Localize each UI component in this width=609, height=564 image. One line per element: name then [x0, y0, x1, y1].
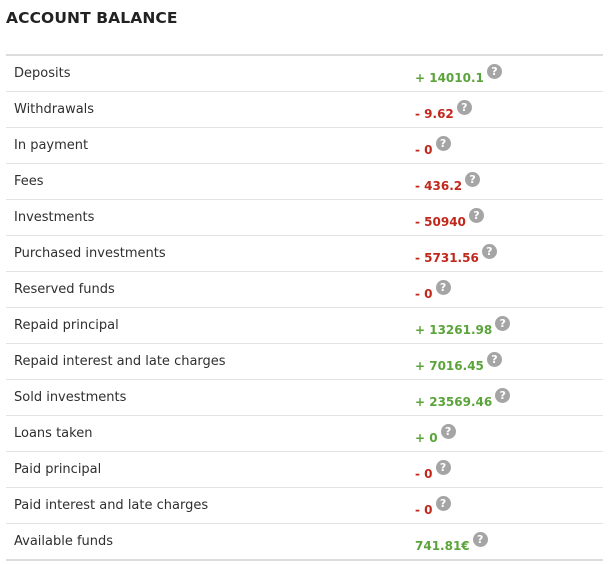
help-icon[interactable]: ? — [435, 496, 451, 511]
help-icon[interactable]: ? — [495, 316, 511, 331]
help-icon[interactable]: ? — [435, 136, 451, 151]
balance-row-withdrawals: Withdrawals - 9.62 ? — [6, 92, 603, 128]
amount-value: - 436.2 — [415, 179, 463, 193]
balance-row-sold-investments: Sold investments + 23569.46 ? — [6, 380, 603, 416]
row-label: Paid interest and late charges — [14, 498, 209, 513]
row-label: Repaid principal — [14, 318, 119, 333]
row-value: + 23569.46 ? — [415, 388, 511, 410]
row-value: - 436.2 ? — [415, 172, 481, 194]
row-label: Paid principal — [14, 462, 102, 477]
row-value: - 5731.56 ? — [415, 244, 497, 266]
row-value: + 0 ? — [415, 424, 456, 446]
help-icon[interactable]: ? — [456, 100, 472, 115]
help-icon[interactable]: ? — [472, 532, 488, 547]
row-label: In payment — [14, 138, 89, 153]
row-label: Purchased investments — [14, 246, 166, 261]
balance-row-repaid-principal: Repaid principal + 13261.98 ? — [6, 308, 603, 344]
help-icon[interactable]: ? — [440, 424, 456, 439]
balance-row-available-funds: Available funds 741.81€ ? — [6, 524, 603, 561]
balance-row-loans-taken: Loans taken + 0 ? — [6, 416, 603, 452]
row-value: - 0 ? — [415, 280, 451, 302]
row-value: 741.81€ ? — [415, 532, 488, 554]
amount-value: + 7016.45 — [415, 359, 484, 373]
row-value: - 0 ? — [415, 460, 451, 482]
balance-row-deposits: Deposits + 14010.1 ? — [6, 56, 603, 92]
amount-value: - 0 — [415, 143, 433, 157]
row-value: + 7016.45 ? — [415, 352, 502, 374]
amount-value: - 0 — [415, 503, 433, 517]
balance-row-investments: Investments - 50940 ? — [6, 200, 603, 236]
amount-value: - 0 — [415, 467, 433, 481]
row-label: Investments — [14, 210, 95, 225]
row-label: Withdrawals — [14, 102, 95, 117]
help-icon[interactable]: ? — [468, 208, 484, 223]
row-label: Available funds — [14, 534, 114, 549]
amount-value: + 14010.1 — [415, 71, 484, 85]
balance-row-paid-principal: Paid principal - 0 ? — [6, 452, 603, 488]
amount-value: + 23569.46 — [415, 395, 493, 409]
row-value: - 50940 ? — [415, 208, 484, 230]
row-value: - 0 ? — [415, 496, 451, 518]
row-label: Repaid interest and late charges — [14, 354, 226, 369]
amount-value: + 0 — [415, 431, 438, 445]
help-icon[interactable]: ? — [465, 172, 481, 187]
help-icon[interactable]: ? — [486, 64, 502, 79]
amount-value: - 50940 — [415, 215, 466, 229]
amount-value: + 13261.98 — [415, 323, 493, 337]
help-icon[interactable]: ? — [435, 460, 451, 475]
help-icon[interactable]: ? — [495, 388, 511, 403]
balance-row-paid-interest: Paid interest and late charges - 0 ? — [6, 488, 603, 524]
amount-value: - 5731.56 — [415, 251, 479, 265]
balance-row-in-payment: In payment - 0 ? — [6, 128, 603, 164]
help-icon[interactable]: ? — [481, 244, 497, 259]
balance-row-purchased-investments: Purchased investments - 5731.56 ? — [6, 236, 603, 272]
page-title: ACCOUNT BALANCE — [6, 9, 178, 27]
row-value: - 9.62 ? — [415, 100, 472, 122]
row-value: + 14010.1 ? — [415, 64, 502, 86]
row-label: Reserved funds — [14, 282, 115, 297]
row-label: Deposits — [14, 66, 71, 81]
balance-row-reserved-funds: Reserved funds - 0 ? — [6, 272, 603, 308]
amount-value: - 0 — [415, 287, 433, 301]
row-value: - 0 ? — [415, 136, 451, 158]
row-label: Fees — [14, 174, 44, 189]
amount-value: - 9.62 — [415, 107, 454, 121]
row-label: Loans taken — [14, 426, 93, 441]
help-icon[interactable]: ? — [486, 352, 502, 367]
amount-value: 741.81€ — [415, 539, 470, 553]
balance-row-fees: Fees - 436.2 ? — [6, 164, 603, 200]
help-icon[interactable]: ? — [435, 280, 451, 295]
account-balance-table: Deposits + 14010.1 ? Withdrawals - 9.62 … — [6, 54, 603, 561]
balance-row-repaid-interest: Repaid interest and late charges + 7016.… — [6, 344, 603, 380]
row-label: Sold investments — [14, 390, 127, 405]
row-value: + 13261.98 ? — [415, 316, 511, 338]
